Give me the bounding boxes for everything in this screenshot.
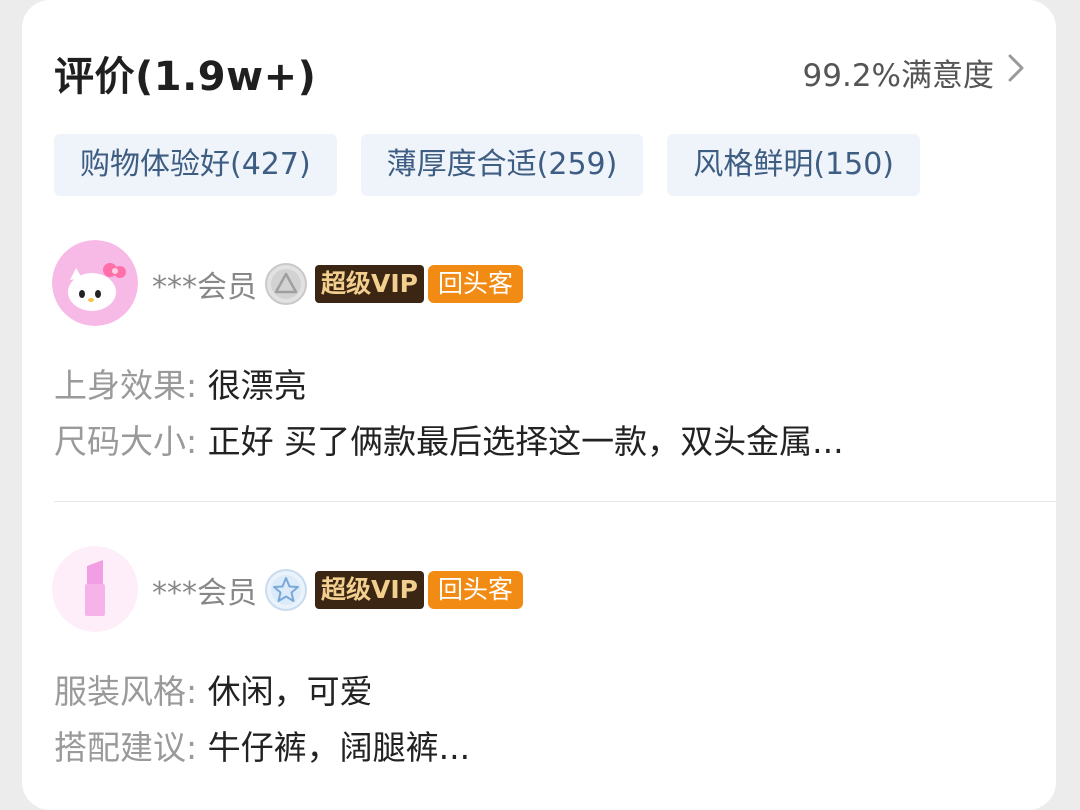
triangle-level-icon (265, 263, 307, 305)
tag-style[interactable]: 风格鲜明(150) (667, 134, 921, 196)
star-level-icon (265, 569, 307, 611)
review-line-key: 尺码大小: (54, 422, 198, 461)
chevron-right-icon[interactable] (1000, 50, 1030, 86)
satisfaction-rate[interactable]: 99.2%满意度 (803, 50, 994, 95)
review-line-value: 牛仔裤，阔腿裤... (197, 728, 471, 767)
tag-thickness[interactable]: 薄厚度合适(259) (360, 134, 644, 196)
reviews-card: 评价(1.9w+) 99.2%满意度 购物体验好(427) 薄厚度合适(259)… (22, 0, 1056, 810)
hello-kitty-avatar-icon (52, 240, 138, 326)
super-vip-badge: 超级VIP (315, 571, 424, 609)
review-line-value: 正好 买了俩款最后选择这一款，双头金属... (197, 422, 844, 461)
avatar[interactable] (52, 240, 138, 326)
review-line-value: 休闲，可爱 (197, 672, 373, 711)
review-line-key: 上身效果: (54, 366, 198, 405)
super-vip-badge: 超级VIP (315, 265, 424, 303)
reviews-title: 评价(1.9w+) (54, 54, 317, 100)
review-content: 服装风格: 休闲，可爱 搭配建议: 牛仔裤，阔腿裤... (54, 664, 470, 776)
review-line: 服装风格: 休闲，可爱 (54, 664, 470, 720)
reviews-header[interactable]: 评价(1.9w+) 99.2%满意度 (54, 40, 1030, 100)
avatar[interactable] (52, 546, 138, 632)
review-content: 上身效果: 很漂亮 尺码大小: 正好 买了俩款最后选择这一款，双头金属... (54, 358, 844, 470)
return-customer-badge: 回头客 (427, 265, 523, 303)
tag-shopping-experience[interactable]: 购物体验好(427) (54, 134, 337, 196)
user-info: ***会员 超级VIP 回头客 (152, 566, 523, 614)
username: ***会员 (152, 270, 257, 305)
user-info: ***会员 超级VIP 回头客 (152, 260, 523, 308)
review-line: 尺码大小: 正好 买了俩款最后选择这一款，双头金属... (54, 414, 844, 470)
review-line: 搭配建议: 牛仔裤，阔腿裤... (54, 720, 470, 776)
review-line-value: 很漂亮 (197, 366, 307, 405)
review-line-key: 搭配建议: (54, 728, 198, 767)
username: ***会员 (152, 576, 257, 611)
review-line-key: 服装风格: (54, 672, 198, 711)
return-customer-badge: 回头客 (427, 571, 523, 609)
review-tags: 购物体验好(427) 薄厚度合适(259) 风格鲜明(150) (54, 134, 921, 196)
lipstick-avatar-icon (52, 546, 138, 632)
review-line: 上身效果: 很漂亮 (54, 358, 844, 414)
divider (54, 501, 1056, 502)
